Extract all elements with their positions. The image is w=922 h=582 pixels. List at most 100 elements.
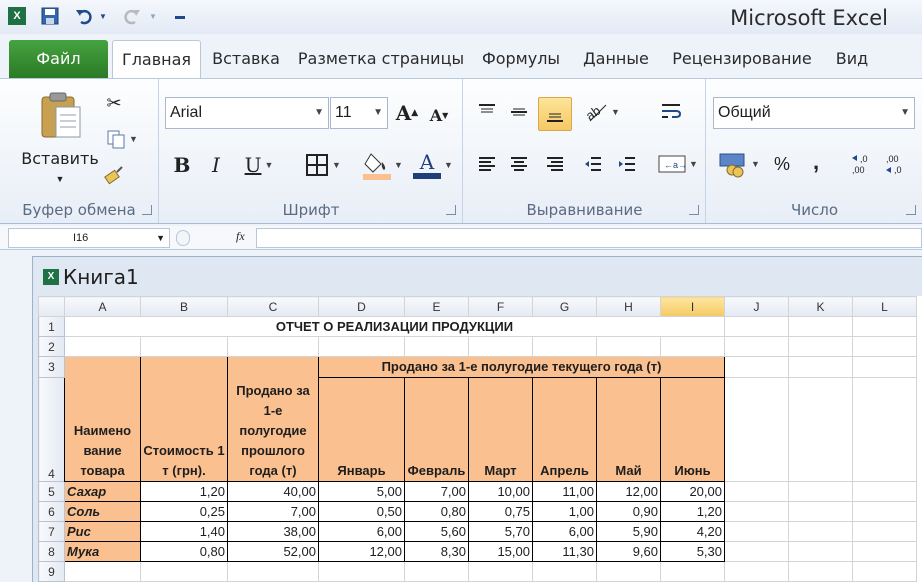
month-value-cell[interactable]: 15,00 bbox=[468, 541, 533, 562]
month-value-cell[interactable]: 5,90 bbox=[596, 521, 661, 542]
cell[interactable] bbox=[468, 336, 533, 357]
cost-cell[interactable]: 0,25 bbox=[140, 501, 228, 522]
cell[interactable] bbox=[532, 561, 597, 582]
month-value-cell[interactable]: 6,00 bbox=[318, 521, 405, 542]
product-name-cell[interactable]: Рис bbox=[64, 521, 141, 542]
month-value-cell[interactable]: 1,00 bbox=[532, 501, 597, 522]
column-header[interactable]: B bbox=[140, 296, 228, 317]
name-box[interactable]: I16 ▼ bbox=[8, 228, 170, 248]
column-header[interactable]: E bbox=[404, 296, 469, 317]
grow-font-icon[interactable]: A ▲ bbox=[394, 99, 420, 127]
cell[interactable] bbox=[724, 521, 789, 542]
month-value-cell[interactable]: 5,00 bbox=[318, 481, 405, 502]
align-center-icon[interactable] bbox=[506, 151, 532, 177]
cell[interactable] bbox=[852, 521, 917, 542]
percent-button[interactable]: % bbox=[769, 151, 795, 177]
number-format-combo[interactable]: Общий ▼ bbox=[713, 97, 915, 129]
cell[interactable] bbox=[852, 377, 917, 482]
month-value-cell[interactable]: 12,00 bbox=[318, 541, 405, 562]
tab-formulas[interactable]: Формулы bbox=[476, 40, 566, 78]
cell[interactable] bbox=[724, 377, 789, 482]
month-value-cell[interactable]: 0,80 bbox=[404, 501, 469, 522]
insert-function-icon[interactable]: fx bbox=[236, 229, 245, 244]
month-value-cell[interactable]: 8,30 bbox=[404, 541, 469, 562]
undo-icon[interactable] bbox=[72, 5, 96, 27]
tab-page-layout[interactable]: Разметка страницы bbox=[295, 40, 467, 78]
last-year-cell[interactable]: 7,00 bbox=[227, 501, 319, 522]
paste-button[interactable]: Вставить ▼ bbox=[21, 85, 99, 189]
tab-insert[interactable]: Вставка bbox=[206, 40, 286, 78]
orientation-icon[interactable]: ab ▼ bbox=[580, 99, 624, 125]
cell[interactable] bbox=[852, 336, 917, 357]
bold-button[interactable]: B bbox=[168, 151, 196, 179]
cell[interactable] bbox=[404, 336, 469, 357]
cell[interactable] bbox=[788, 336, 853, 357]
save-icon[interactable] bbox=[38, 5, 62, 27]
cell[interactable] bbox=[724, 561, 789, 582]
cell[interactable] bbox=[724, 541, 789, 562]
month-value-cell[interactable]: 0,90 bbox=[596, 501, 661, 522]
align-top-icon[interactable] bbox=[474, 99, 500, 125]
cell-grid[interactable]: A B C D E F G H I J K L 1 ОТЧЕТ О РЕАЛИЗ… bbox=[38, 296, 917, 582]
column-header[interactable]: K bbox=[788, 296, 853, 317]
cell[interactable] bbox=[227, 561, 319, 582]
column-header[interactable]: A bbox=[64, 296, 141, 317]
cell[interactable] bbox=[532, 336, 597, 357]
cell[interactable] bbox=[64, 561, 141, 582]
align-middle-icon[interactable] bbox=[506, 99, 532, 125]
cost-cell[interactable]: 1,40 bbox=[140, 521, 228, 542]
column-header[interactable]: L bbox=[852, 296, 917, 317]
cell[interactable] bbox=[596, 561, 661, 582]
cell[interactable] bbox=[468, 561, 533, 582]
last-year-cell[interactable]: 38,00 bbox=[227, 521, 319, 542]
last-year-cell[interactable]: 52,00 bbox=[227, 541, 319, 562]
fill-color-button[interactable]: ▼ bbox=[360, 149, 406, 181]
cell[interactable] bbox=[788, 481, 853, 502]
column-header[interactable]: J bbox=[724, 296, 789, 317]
tab-view[interactable]: Вид bbox=[826, 40, 878, 78]
cell[interactable] bbox=[724, 481, 789, 502]
header-month-cell[interactable]: Июнь bbox=[660, 377, 725, 482]
cell[interactable] bbox=[140, 561, 228, 582]
row-header[interactable]: 5 bbox=[38, 481, 65, 502]
undo-dropdown-icon[interactable]: ▼ bbox=[98, 5, 108, 27]
row-header[interactable]: 2 bbox=[38, 336, 65, 357]
cell[interactable] bbox=[788, 501, 853, 522]
merge-center-icon[interactable]: ←a→ ▼ bbox=[654, 151, 702, 177]
align-left-icon[interactable] bbox=[474, 151, 500, 177]
cell[interactable] bbox=[724, 501, 789, 522]
column-header[interactable]: H bbox=[596, 296, 661, 317]
cell[interactable] bbox=[660, 336, 725, 357]
month-value-cell[interactable]: 1,20 bbox=[660, 501, 725, 522]
cell[interactable] bbox=[788, 377, 853, 482]
header-cost-cell[interactable]: Стоимость 1 т (грн). bbox=[140, 356, 228, 482]
formula-bar-divider[interactable] bbox=[176, 230, 190, 246]
cell[interactable] bbox=[852, 561, 917, 582]
tab-data[interactable]: Данные bbox=[576, 40, 656, 78]
font-launcher[interactable] bbox=[446, 205, 456, 215]
column-header-selected[interactable]: I bbox=[660, 296, 725, 317]
comma-style-button[interactable]: , bbox=[803, 149, 829, 175]
header-month-cell[interactable]: Февраль bbox=[404, 377, 469, 482]
cell[interactable] bbox=[227, 336, 319, 357]
redo-dropdown-icon[interactable]: ▼ bbox=[148, 5, 158, 27]
row-header[interactable]: 1 bbox=[38, 316, 65, 337]
borders-button[interactable]: ▼ bbox=[300, 151, 346, 179]
month-value-cell[interactable]: 20,00 bbox=[660, 481, 725, 502]
cell[interactable] bbox=[852, 501, 917, 522]
month-value-cell[interactable]: 6,00 bbox=[532, 521, 597, 542]
cell[interactable] bbox=[64, 336, 141, 357]
header-group-cell[interactable]: Продано за 1-е полугодие текущего года (… bbox=[318, 356, 725, 378]
cell[interactable] bbox=[788, 316, 853, 337]
formula-input[interactable] bbox=[256, 228, 922, 248]
month-value-cell[interactable]: 11,00 bbox=[532, 481, 597, 502]
month-value-cell[interactable]: 5,30 bbox=[660, 541, 725, 562]
cell[interactable] bbox=[318, 336, 405, 357]
header-last-year-cell[interactable]: Продано за 1-е полугодие прошлого года (… bbox=[227, 356, 319, 482]
accounting-format-icon[interactable]: ▼ bbox=[715, 149, 763, 179]
font-color-button[interactable]: A ▼ bbox=[410, 149, 456, 181]
font-name-combo[interactable]: Arial ▼ bbox=[165, 97, 329, 129]
align-right-icon[interactable] bbox=[542, 151, 568, 177]
increase-indent-icon[interactable] bbox=[614, 151, 640, 177]
number-launcher[interactable] bbox=[906, 205, 916, 215]
